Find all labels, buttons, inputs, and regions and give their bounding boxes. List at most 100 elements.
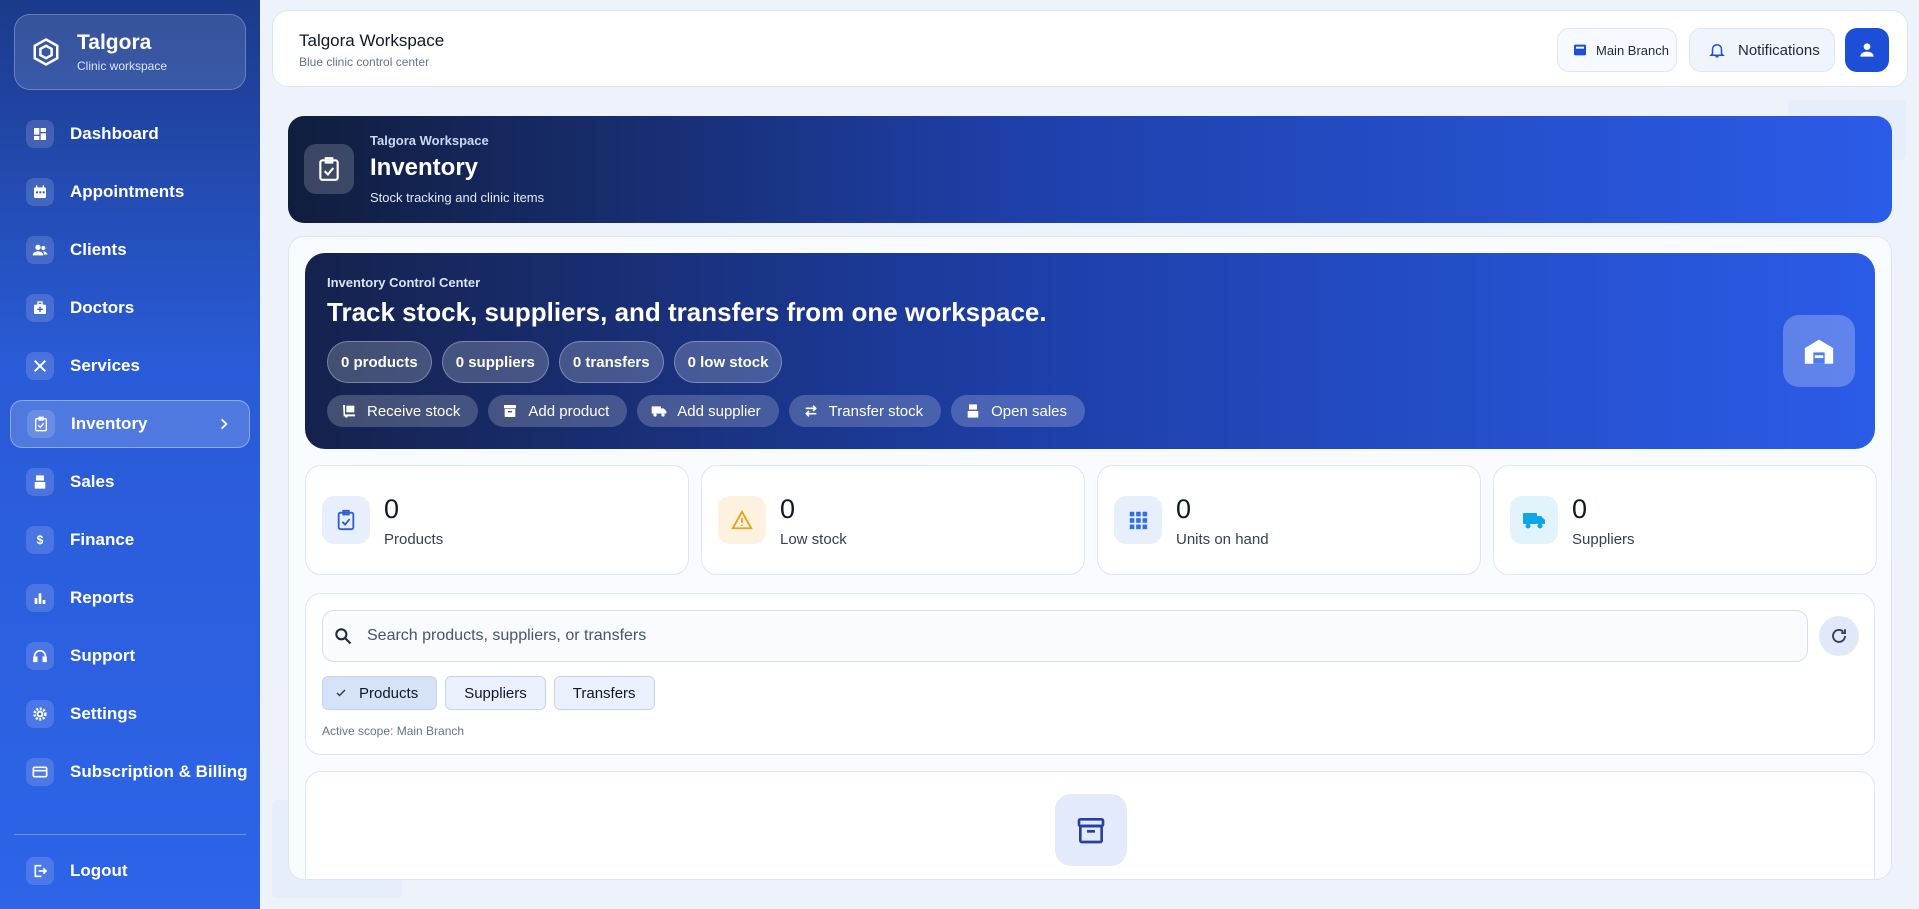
stat-label: Units on hand <box>1176 531 1269 548</box>
truck-icon <box>651 406 667 417</box>
stat-label: Suppliers <box>1572 531 1635 548</box>
logo-icon <box>33 38 59 66</box>
sidebar-nav: Dashboard Appointments Clients Doctors S… <box>10 110 250 806</box>
tab-transfers[interactable]: Transfers <box>553 676 655 710</box>
sidebar-item-doctors[interactable]: Doctors <box>10 284 250 332</box>
stat-card-suppliers: 0 Suppliers <box>1493 465 1877 575</box>
stat-label: Products <box>384 531 444 548</box>
filter-panel: Products Suppliers Transfers Active scop… <box>305 593 1875 755</box>
add-product-label: Add product <box>528 402 610 420</box>
stat-value: 0 <box>780 494 796 524</box>
branch-label: Main Branch <box>1596 42 1669 58</box>
logout-label: Logout <box>70 861 128 880</box>
credit-card-icon <box>26 758 54 786</box>
sidebar-item-inventory[interactable]: Inventory <box>10 400 250 448</box>
open-sales-button[interactable]: Open sales <box>951 395 1086 427</box>
open-sales-label: Open sales <box>991 402 1068 420</box>
dolly-icon <box>343 405 355 418</box>
quick-actions: Receive stock Add product Add supplier T… <box>327 395 1086 427</box>
summary-chips: 0 products 0 suppliers 0 transfers 0 low… <box>327 341 783 383</box>
sidebar-item-label: Support <box>70 646 136 665</box>
sidebar-item-clients[interactable]: Clients <box>10 226 250 274</box>
low-stock-count-chip: 0 low stock <box>673 341 783 383</box>
refresh-button[interactable] <box>1819 616 1859 656</box>
transfers-count-chip: 0 transfers <box>558 341 664 383</box>
headset-icon <box>26 642 54 670</box>
dashboard-icon <box>26 120 54 148</box>
stat-value: 0 <box>1572 494 1588 524</box>
sidebar-item-subscription-billing[interactable]: Subscription & Billing <box>10 748 250 796</box>
sidebar-item-dashboard[interactable]: Dashboard <box>10 110 250 158</box>
check-icon <box>336 689 346 697</box>
page-title: Inventory <box>370 154 479 181</box>
tab-label: Transfers <box>572 684 636 702</box>
dollar-icon: $ <box>26 526 54 554</box>
page-subtitle: Stock tracking and clinic items <box>370 190 545 205</box>
stat-label: Low stock <box>780 531 847 548</box>
brand-card[interactable]: Talgora Clinic workspace <box>14 14 246 90</box>
empty-state-card <box>305 771 1875 879</box>
archive-icon <box>1055 794 1127 866</box>
grid-icon <box>1114 496 1162 544</box>
tab-products[interactable]: Products <box>322 676 438 710</box>
sidebar-item-label: Settings <box>70 704 138 723</box>
bar-chart-icon <box>26 584 54 612</box>
top-bar: Talgora Workspace Blue clinic control ce… <box>272 10 1908 87</box>
workspace-title: Talgora Workspace <box>299 31 445 50</box>
stats-row: 0 Products 0 Low stock 0 Units on hand 0… <box>305 465 1877 575</box>
sidebar-item-sales[interactable]: Sales <box>10 458 250 506</box>
receive-stock-button[interactable]: Receive stock <box>327 395 479 427</box>
notifications-label: Notifications <box>1738 41 1820 59</box>
warehouse-icon <box>1783 315 1855 387</box>
refresh-icon <box>1832 629 1846 643</box>
stat-value: 0 <box>384 494 400 524</box>
notifications-button[interactable]: Notifications <box>1689 28 1835 72</box>
sidebar-item-support[interactable]: Support <box>10 632 250 680</box>
transfer-stock-button[interactable]: Transfer stock <box>788 395 942 427</box>
clipboard-check-icon <box>304 144 354 194</box>
sidebar-item-label: Appointments <box>70 182 185 201</box>
search-icon <box>335 628 352 645</box>
warning-icon <box>718 496 766 544</box>
gear-icon <box>26 700 54 728</box>
bell-icon <box>1709 44 1725 58</box>
search-input[interactable] <box>367 627 1767 645</box>
suppliers-count-chip: 0 suppliers <box>441 341 549 383</box>
sidebar-item-label: Services <box>70 356 140 375</box>
sidebar-item-finance[interactable]: $ Finance <box>10 516 250 564</box>
tab-label: Products <box>359 684 419 702</box>
tools-icon <box>26 352 54 380</box>
users-icon <box>26 236 54 264</box>
sidebar-divider <box>14 834 246 835</box>
tab-suppliers[interactable]: Suppliers <box>445 676 546 710</box>
clipboard-check-icon <box>322 496 370 544</box>
sidebar-item-appointments[interactable]: Appointments <box>10 168 250 216</box>
stat-value: 0 <box>1176 494 1192 524</box>
sidebar-item-services[interactable]: Services <box>10 342 250 390</box>
page-kicker: Talgora Workspace <box>370 133 489 148</box>
branch-selector-button[interactable]: Main Branch <box>1557 28 1677 72</box>
logout-button[interactable]: Logout <box>10 847 250 895</box>
user-icon <box>1860 43 1874 57</box>
page-header: Talgora Workspace Inventory Stock tracki… <box>288 116 1892 223</box>
inventory-control-center: Inventory Control Center Track stock, su… <box>305 253 1875 449</box>
chevron-right-icon <box>221 418 228 430</box>
sidebar-item-label: Inventory <box>71 414 148 433</box>
register-icon <box>967 404 979 418</box>
sidebar-item-reports[interactable]: Reports <box>10 574 250 622</box>
sidebar-item-label: Finance <box>70 530 135 549</box>
truck-icon <box>1510 496 1558 544</box>
sidebar-item-settings[interactable]: Settings <box>10 690 250 738</box>
sidebar-item-label: Sales <box>70 472 115 491</box>
add-supplier-button[interactable]: Add supplier <box>637 395 779 427</box>
search-box <box>322 610 1808 662</box>
store-icon <box>1574 44 1586 56</box>
sidebar: Talgora Clinic workspace Dashboard Appoi… <box>0 0 260 909</box>
swap-icon <box>804 405 817 417</box>
stat-card-products: 0 Products <box>305 465 689 575</box>
workspace-subtitle: Blue clinic control center <box>299 55 430 69</box>
svg-text:$: $ <box>37 533 44 547</box>
medical-bag-icon <box>26 294 54 322</box>
user-menu-button[interactable] <box>1845 28 1889 72</box>
add-product-button[interactable]: Add product <box>488 395 628 427</box>
